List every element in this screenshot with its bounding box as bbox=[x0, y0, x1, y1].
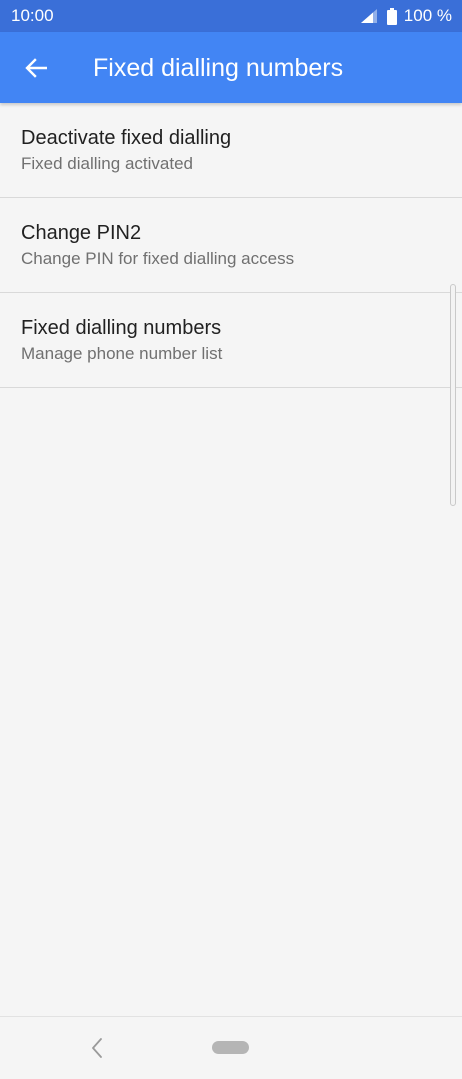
app-bar: Fixed dialling numbers bbox=[0, 32, 462, 103]
status-time: 10:00 bbox=[11, 6, 54, 25]
home-pill-icon[interactable] bbox=[212, 1041, 249, 1054]
scrollbar-thumb[interactable] bbox=[450, 284, 456, 506]
battery-icon bbox=[386, 7, 397, 25]
list-item-change-pin2[interactable]: Change PIN2 Change PIN for fixed diallin… bbox=[0, 198, 462, 293]
list-item-subtitle: Fixed dialling activated bbox=[21, 154, 193, 173]
list-item-fixed-dialling-numbers[interactable]: Fixed dialling numbers Manage phone numb… bbox=[0, 293, 462, 388]
page-title: Fixed dialling numbers bbox=[93, 54, 344, 82]
chevron-left-icon bbox=[92, 1038, 102, 1058]
back-button[interactable] bbox=[18, 52, 54, 84]
arrow-back-icon bbox=[25, 58, 47, 78]
list-item-title: Deactivate fixed dialling bbox=[21, 127, 232, 149]
nav-back-button[interactable] bbox=[84, 1034, 110, 1062]
list-item-subtitle: Change PIN for fixed dialling access bbox=[21, 249, 295, 268]
list-item-deactivate-fixed-dialling[interactable]: Deactivate fixed dialling Fixed dialling… bbox=[0, 103, 462, 198]
settings-list: Deactivate fixed dialling Fixed dialling… bbox=[0, 103, 462, 388]
battery-percentage: 100 % bbox=[403, 6, 452, 25]
status-icons: 100 % bbox=[360, 6, 452, 26]
status-bar: 10:00 100 % bbox=[0, 0, 462, 32]
navigation-bar bbox=[0, 1016, 462, 1079]
list-item-subtitle: Manage phone number list bbox=[21, 344, 223, 363]
signal-icon bbox=[360, 9, 377, 23]
list-item-title: Change PIN2 bbox=[21, 222, 142, 244]
list-item-title: Fixed dialling numbers bbox=[21, 317, 222, 339]
